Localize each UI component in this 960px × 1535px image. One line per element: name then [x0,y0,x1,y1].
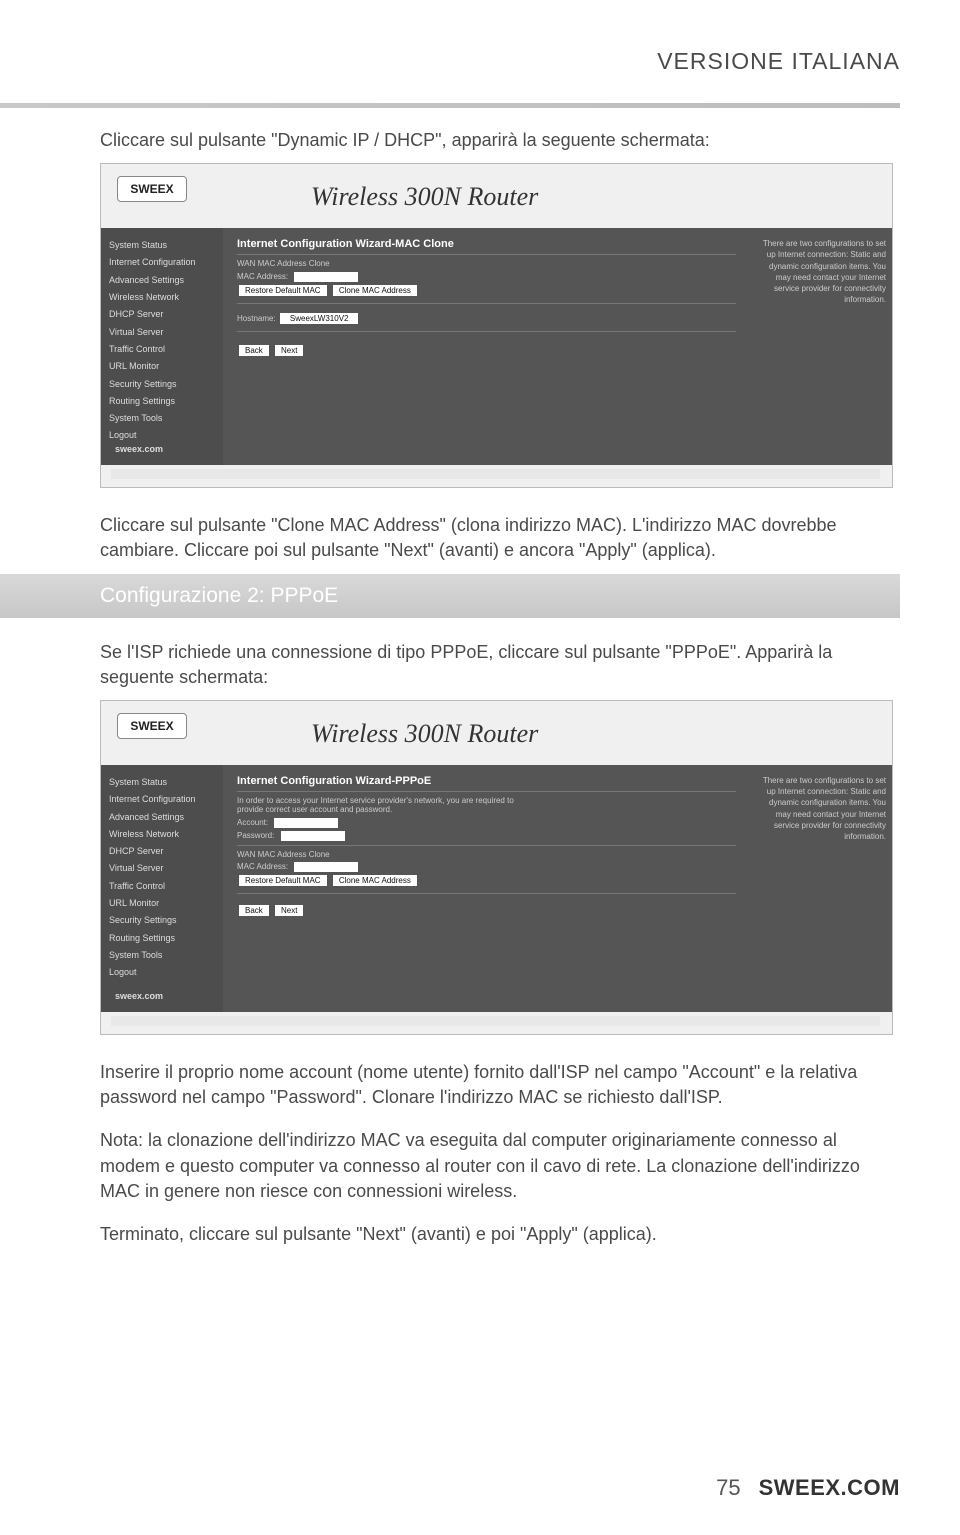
router-main-panel: Internet Configuration Wizard-MAC Clone … [231,228,742,465]
sidebar-item[interactable]: Virtual Server [109,325,215,340]
sidebar-item[interactable]: Security Settings [109,377,215,392]
sidebar-item[interactable]: Wireless Network [109,290,215,305]
router-help-panel: There are two configurations to set up I… [752,228,892,465]
intro-paragraph-1: Cliccare sul pulsante "Dynamic IP / DHCP… [100,128,900,153]
wan-clone-label: WAN MAC Address Clone [237,259,736,268]
footer-brand: SWEEX.COM [759,1475,900,1501]
router-logo: SWEEX [117,176,187,202]
hostname-value[interactable]: SweexLW310V2 [280,313,359,324]
router-sidebar: System Status Internet Configuration Adv… [101,228,223,465]
panel-title: Internet Configuration Wizard-PPPoE [237,775,736,787]
sidebar-item[interactable]: Virtual Server [109,861,215,876]
sidebar-item[interactable]: System Tools [109,411,215,426]
clone-mac-address-button[interactable]: Clone MAC Address [333,285,417,296]
sidebar-item[interactable]: DHCP Server [109,844,215,859]
sidebar-item[interactable]: Traffic Control [109,879,215,894]
router-logo: SWEEX [117,713,187,739]
pppoe-intro-text: In order to access your Internet service… [237,796,537,814]
section-heading-band: Configurazione 2: PPPoE [0,574,900,618]
sidebar-item[interactable]: Routing Settings [109,931,215,946]
paragraph-after-sc2-b: Nota: la clonazione dell'indirizzo MAC v… [100,1128,900,1204]
sidebar-item[interactable]: System Status [109,238,215,253]
router-sidebar: System Status Internet Configuration Adv… [101,765,223,1012]
back-button[interactable]: Back [239,905,269,916]
screenshot-mac-clone: SWEEX Wireless 300N Router System Status… [100,163,893,488]
page-header: VERSIONE ITALIANA [100,48,900,75]
sidebar-item[interactable]: System Tools [109,948,215,963]
scrollbar-horizontal[interactable] [111,1016,880,1026]
sidebar-footer: sweex.com [109,989,223,1004]
router-title: Wireless 300N Router [311,719,538,749]
page-footer: 75 SWEEX.COM [0,1475,960,1501]
paragraph-after-sc1: Cliccare sul pulsante "Clone MAC Address… [100,513,900,563]
sidebar-item[interactable]: URL Monitor [109,359,215,374]
sidebar-item[interactable]: Traffic Control [109,342,215,357]
password-label: Password: [237,831,274,840]
next-button[interactable]: Next [275,905,303,916]
router-main-panel: Internet Configuration Wizard-PPPoE In o… [231,765,742,1012]
sidebar-item[interactable]: Advanced Settings [109,273,215,288]
account-input[interactable] [274,818,338,828]
sidebar-footer: sweex.com [109,442,223,457]
sidebar-item[interactable]: Security Settings [109,913,215,928]
sidebar-item[interactable]: Wireless Network [109,827,215,842]
mac-address-label: MAC Address: [237,272,288,281]
sidebar-item[interactable]: Advanced Settings [109,810,215,825]
account-label: Account: [237,818,268,827]
sidebar-item[interactable]: System Status [109,775,215,790]
router-title: Wireless 300N Router [311,182,538,212]
section2-intro: Se l'ISP richiede una connessione di tip… [100,640,900,690]
sidebar-item[interactable]: Routing Settings [109,394,215,409]
panel-title: Internet Configuration Wizard-MAC Clone [237,238,736,250]
divider-rule [0,103,900,108]
mac-address-input[interactable] [294,272,358,282]
paragraph-after-sc2-a: Inserire il proprio nome account (nome u… [100,1060,900,1110]
restore-default-mac-button[interactable]: Restore Default MAC [239,875,327,886]
scrollbar-horizontal[interactable] [111,469,880,479]
sidebar-item[interactable]: URL Monitor [109,896,215,911]
wan-clone-label: WAN MAC Address Clone [237,850,736,859]
sidebar-item[interactable]: Internet Configuration [109,792,215,807]
mac-address-label: MAC Address: [237,862,288,871]
password-input[interactable] [281,831,345,841]
router-help-panel: There are two configurations to set up I… [752,765,892,1012]
back-button[interactable]: Back [239,345,269,356]
sidebar-item[interactable]: Logout [109,965,215,980]
clone-mac-address-button[interactable]: Clone MAC Address [333,875,417,886]
page-number: 75 [716,1475,740,1501]
restore-default-mac-button[interactable]: Restore Default MAC [239,285,327,296]
next-button[interactable]: Next [275,345,303,356]
screenshot-pppoe: SWEEX Wireless 300N Router System Status… [100,700,893,1035]
hostname-label: Hostname: [237,314,276,323]
section-heading-label: Configurazione 2: PPPoE [100,584,338,607]
sidebar-item[interactable]: DHCP Server [109,307,215,322]
paragraph-after-sc2-c: Terminato, cliccare sul pulsante "Next" … [100,1222,900,1247]
mac-address-input[interactable] [294,862,358,872]
sidebar-item[interactable]: Internet Configuration [109,255,215,270]
